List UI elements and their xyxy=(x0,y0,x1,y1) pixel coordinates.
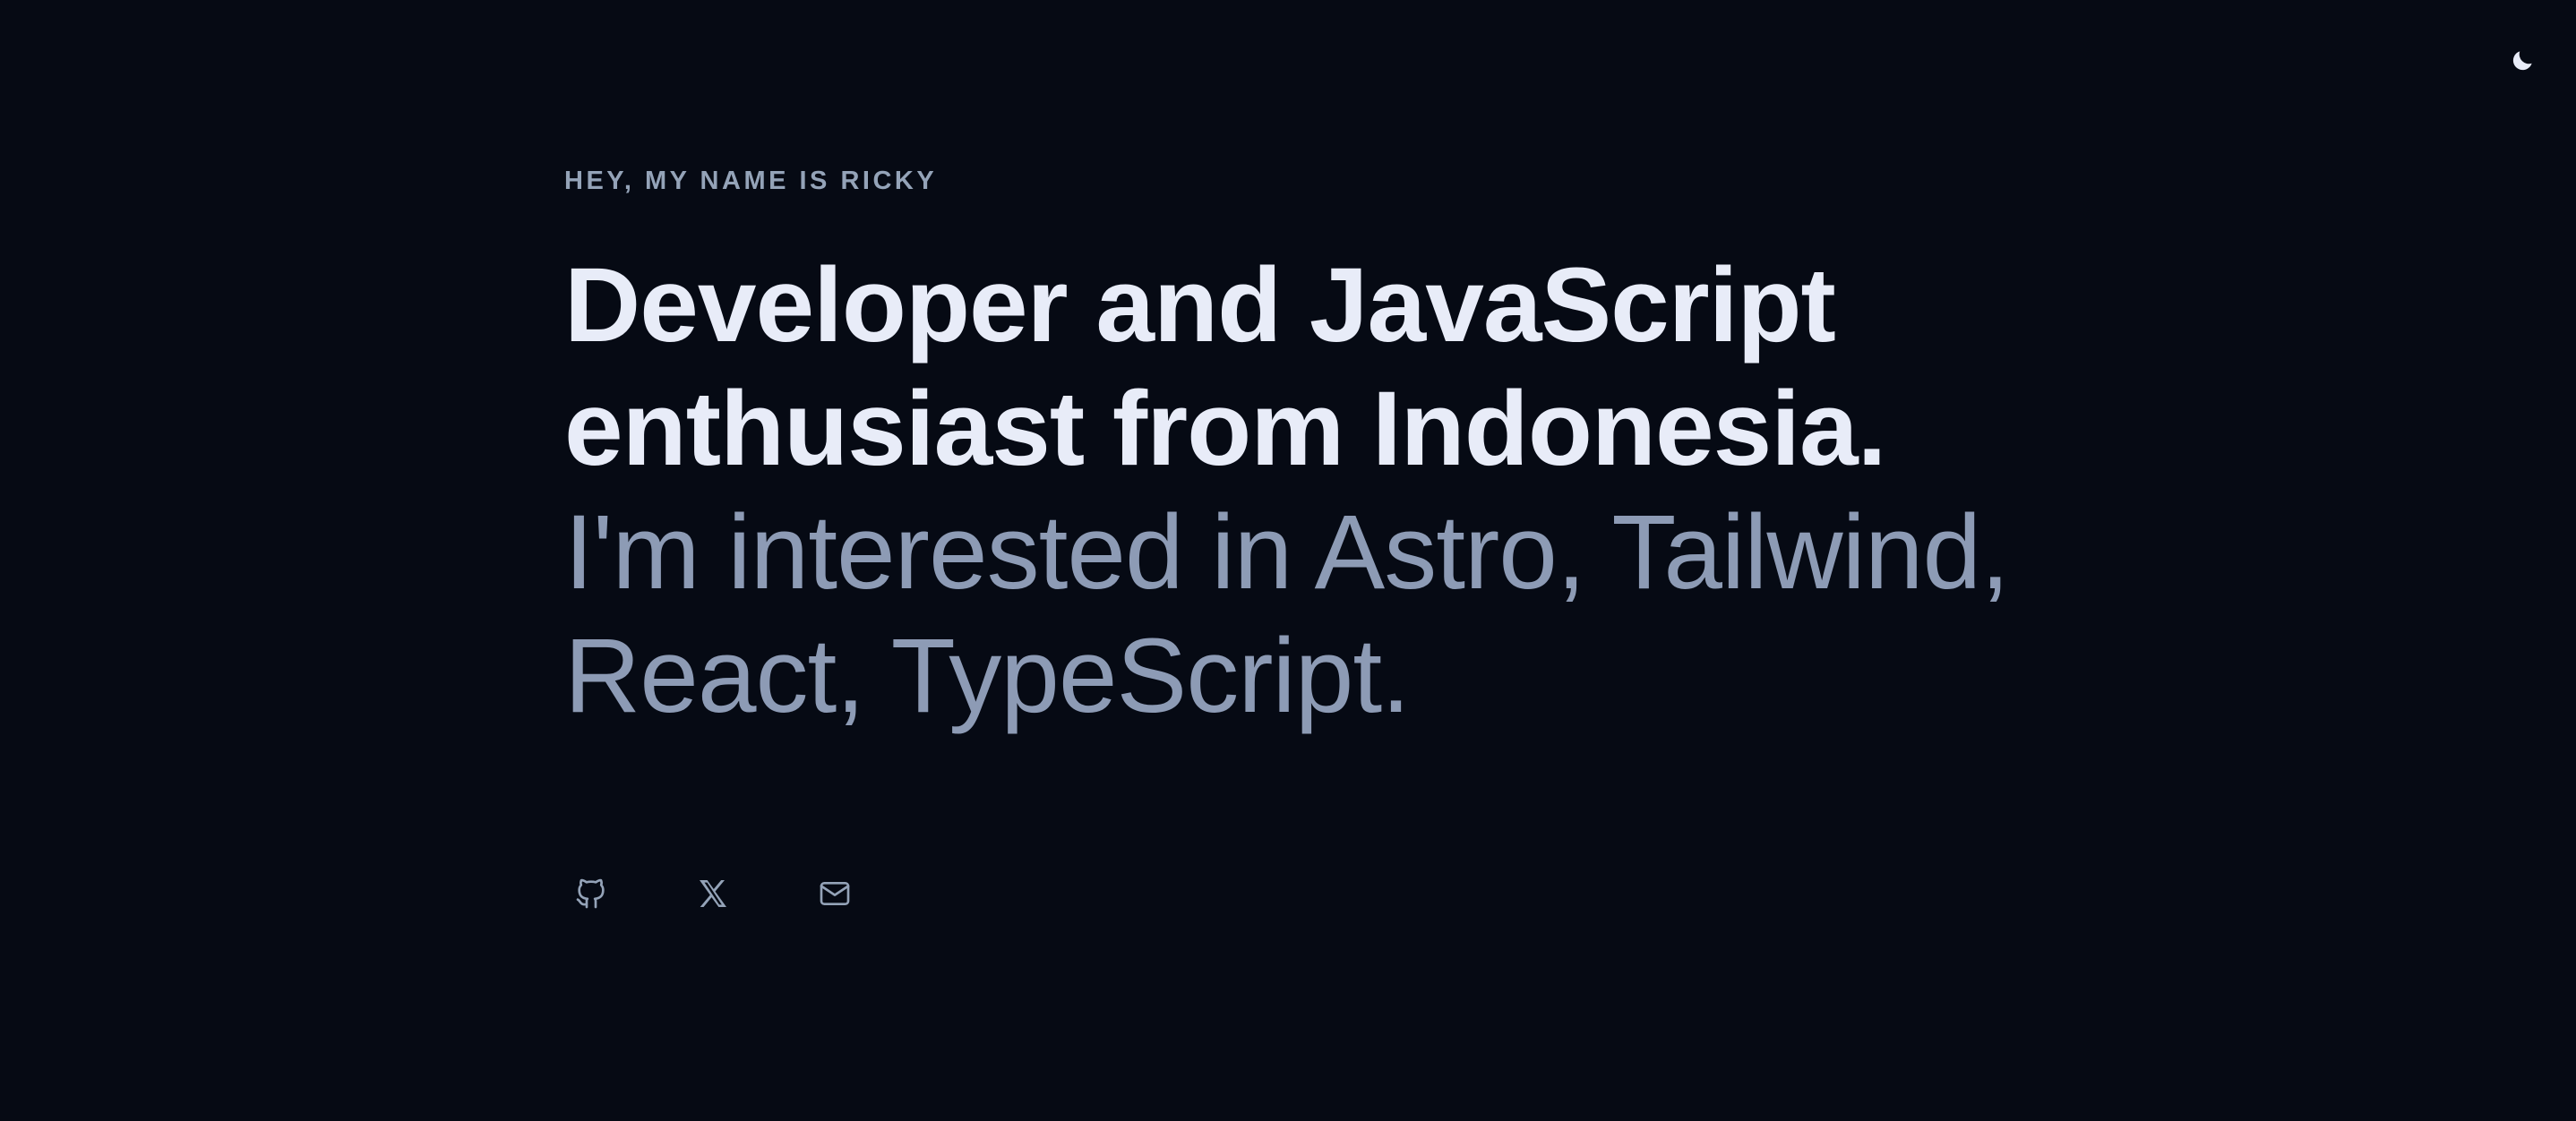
email-link[interactable] xyxy=(808,867,862,920)
hero-section: HEY, MY NAME IS RICKY Developer and Java… xyxy=(564,161,2087,738)
github-icon xyxy=(573,876,609,911)
hero-eyebrow: HEY, MY NAME IS RICKY xyxy=(564,167,938,195)
github-link[interactable] xyxy=(564,867,618,920)
headline-muted-text: I'm interested in Astro, Tailwind, React… xyxy=(564,493,2010,735)
social-links xyxy=(564,867,862,920)
hero-headline: Developer and JavaScript enthusiast from… xyxy=(564,244,2033,738)
theme-toggle-button[interactable] xyxy=(2503,41,2542,81)
mail-icon xyxy=(817,876,853,911)
x-icon xyxy=(695,876,731,911)
headline-strong-text: Developer and JavaScript enthusiast from… xyxy=(564,246,1886,488)
moon-icon xyxy=(2509,47,2536,74)
x-twitter-link[interactable] xyxy=(686,867,740,920)
